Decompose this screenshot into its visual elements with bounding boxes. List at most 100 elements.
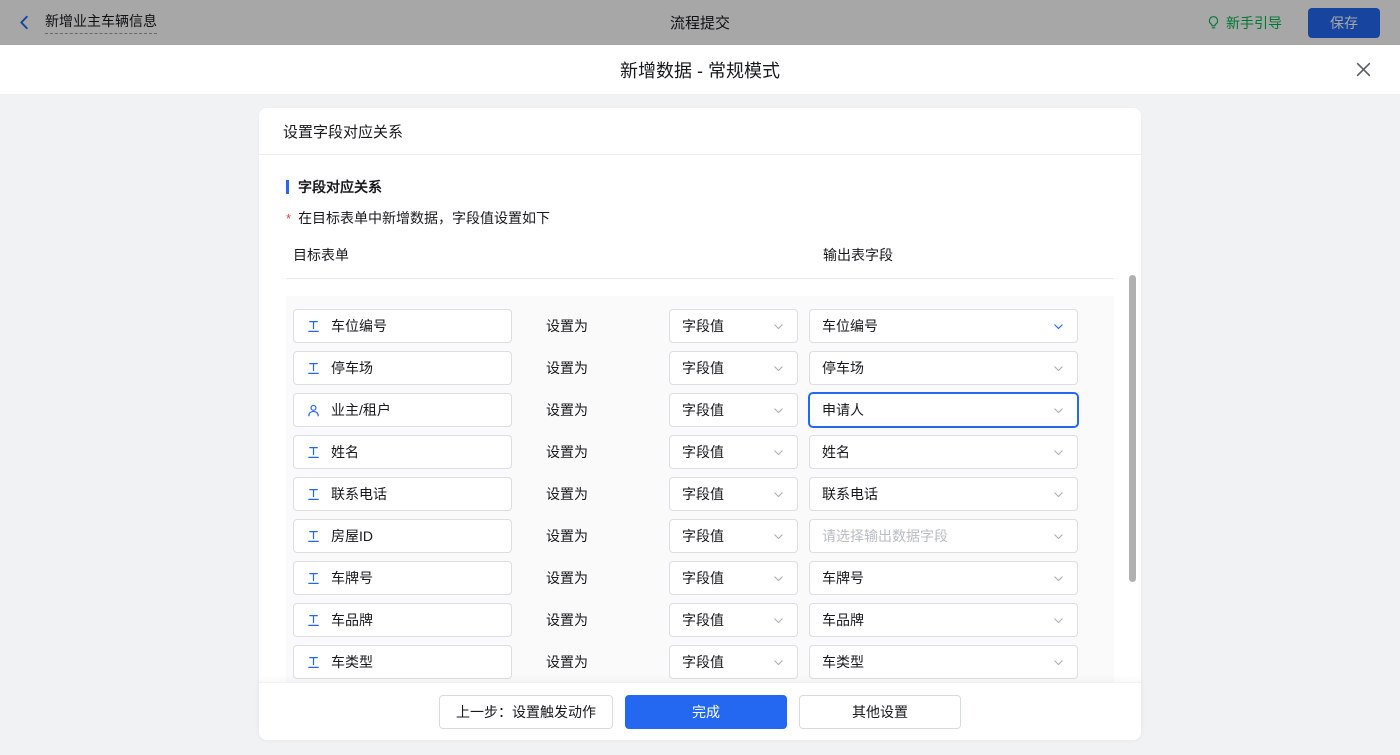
column-headers: 目标表单 输出表字段 (286, 245, 1114, 279)
field-mapping-card: 设置字段对应关系 字段对应关系 *在目标表单中新增数据，字段值设置如下 目标表单… (259, 108, 1141, 740)
set-as-label: 设置为 (546, 316, 588, 336)
user-field-icon (306, 403, 321, 418)
close-button[interactable] (1352, 59, 1374, 81)
target-field-label: 停车场 (331, 358, 373, 378)
output-field-label: 车类型 (822, 652, 864, 672)
value-mode-select[interactable]: 字段值 (669, 477, 798, 511)
output-field-label: 联系电话 (822, 484, 878, 504)
target-field-input[interactable]: 姓名 (293, 435, 512, 469)
value-mode-select[interactable]: 字段值 (669, 309, 798, 343)
target-field-label: 车牌号 (331, 568, 373, 588)
output-field-label: 车品牌 (822, 610, 864, 630)
output-field-label: 车位编号 (822, 316, 878, 336)
chevron-down-icon (772, 488, 785, 501)
output-field-select[interactable]: 车品牌 (809, 603, 1078, 637)
text-field-icon (306, 613, 321, 628)
set-as-label: 设置为 (546, 568, 588, 588)
value-mode-select[interactable]: 字段值 (669, 603, 798, 637)
output-field-select[interactable]: 车类型 (809, 645, 1078, 679)
chevron-down-icon (1052, 614, 1065, 627)
value-mode-select[interactable]: 字段值 (669, 351, 798, 385)
finish-button[interactable]: 完成 (625, 695, 787, 729)
value-mode-select[interactable]: 字段值 (669, 645, 798, 679)
other-settings-button[interactable]: 其他设置 (799, 695, 961, 729)
text-field-icon (306, 571, 321, 586)
top-toolbar: 新增业主车辆信息 流程提交 新手引导 保存 (0, 0, 1400, 45)
chevron-down-icon (772, 614, 785, 627)
value-mode-select[interactable]: 字段值 (669, 435, 798, 469)
section-title: 字段对应关系 (298, 177, 382, 197)
value-mode-select[interactable]: 字段值 (669, 393, 798, 427)
output-field-select[interactable]: 申请人 (809, 393, 1078, 427)
chevron-down-icon (772, 572, 785, 585)
target-field-label: 姓名 (331, 442, 359, 462)
section-accent-bar (286, 180, 289, 194)
output-field-label: 停车场 (822, 358, 864, 378)
section-description: *在目标表单中新增数据，字段值设置如下 (286, 208, 1114, 228)
scrollbar-thumb[interactable] (1129, 275, 1136, 582)
output-field-select[interactable]: 请选择输出数据字段 (809, 519, 1078, 553)
target-field-input[interactable]: 联系电话 (293, 477, 512, 511)
back-button[interactable] (16, 14, 33, 31)
output-field-label: 请选择输出数据字段 (822, 526, 948, 546)
beginner-guide-label: 新手引导 (1226, 13, 1282, 33)
chevron-left-icon (16, 14, 33, 31)
set-as-label: 设置为 (546, 358, 588, 378)
card-footer: 上一步：设置触发动作 完成 其他设置 (259, 682, 1141, 740)
target-field-input[interactable]: 车位编号 (293, 309, 512, 343)
text-field-icon (306, 445, 321, 460)
set-as-label: 设置为 (546, 526, 588, 546)
set-as-label: 设置为 (546, 484, 588, 504)
output-field-select[interactable]: 姓名 (809, 435, 1078, 469)
field-mapping-row: 车类型 设置为 字段值 车类型 (293, 645, 1114, 679)
text-field-icon (306, 361, 321, 376)
value-mode-select[interactable]: 字段值 (669, 561, 798, 595)
column-header-output-fields: 输出表字段 (823, 245, 893, 265)
field-mapping-row: 业主/租户 设置为 字段值 申请人 (293, 393, 1114, 427)
text-field-icon (306, 529, 321, 544)
card-header: 设置字段对应关系 (259, 108, 1141, 155)
value-mode-select[interactable]: 字段值 (669, 519, 798, 553)
output-field-select[interactable]: 停车场 (809, 351, 1078, 385)
output-field-label: 申请人 (822, 400, 864, 420)
value-mode-label: 字段值 (682, 442, 724, 462)
field-mapping-row: 联系电话 设置为 字段值 联系电话 (293, 477, 1114, 511)
output-field-select[interactable]: 联系电话 (809, 477, 1078, 511)
chevron-down-icon (772, 362, 785, 375)
set-as-label: 设置为 (546, 400, 588, 420)
output-field-label: 车牌号 (822, 568, 864, 588)
target-field-input[interactable]: 停车场 (293, 351, 512, 385)
value-mode-label: 字段值 (682, 610, 724, 630)
value-mode-label: 字段值 (682, 652, 724, 672)
output-field-select[interactable]: 车牌号 (809, 561, 1078, 595)
chevron-down-icon (772, 530, 785, 543)
target-field-label: 业主/租户 (331, 400, 391, 420)
section-head: 字段对应关系 (286, 177, 1114, 197)
save-button[interactable]: 保存 (1308, 8, 1380, 38)
chevron-down-icon (1052, 362, 1065, 375)
vertical-scrollbar[interactable] (1129, 271, 1136, 678)
column-header-target-form: 目标表单 (293, 247, 349, 263)
section-description-text: 在目标表单中新增数据，字段值设置如下 (298, 210, 550, 226)
field-mapping-row: 车品牌 设置为 字段值 车品牌 (293, 603, 1114, 637)
output-field-select[interactable]: 车位编号 (809, 309, 1078, 343)
flow-mode-label: 流程提交 (670, 12, 730, 33)
lightbulb-icon (1206, 15, 1221, 30)
chevron-down-icon (1052, 572, 1065, 585)
target-field-input[interactable]: 车类型 (293, 645, 512, 679)
previous-step-button[interactable]: 上一步：设置触发动作 (439, 695, 613, 729)
output-field-label: 姓名 (822, 442, 850, 462)
chevron-down-icon (1052, 488, 1065, 501)
target-field-input[interactable]: 房屋ID (293, 519, 512, 553)
value-mode-label: 字段值 (682, 400, 724, 420)
card-title: 设置字段对应关系 (283, 121, 403, 142)
target-field-input[interactable]: 车牌号 (293, 561, 512, 595)
flow-title[interactable]: 新增业主车辆信息 (45, 11, 157, 34)
target-field-label: 车类型 (331, 652, 373, 672)
chevron-down-icon (1052, 404, 1065, 417)
target-field-input[interactable]: 车品牌 (293, 603, 512, 637)
chevron-down-icon (1052, 446, 1065, 459)
target-field-input[interactable]: 业主/租户 (293, 393, 512, 427)
beginner-guide-link[interactable]: 新手引导 (1206, 13, 1282, 33)
set-as-label: 设置为 (546, 652, 588, 672)
